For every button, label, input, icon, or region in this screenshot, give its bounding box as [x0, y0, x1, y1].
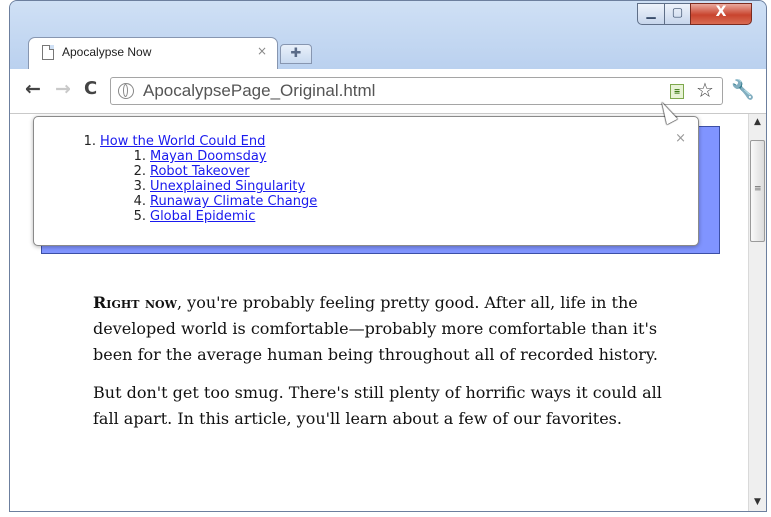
maximize-button[interactable]: ▢: [664, 3, 691, 25]
page-icon: [42, 45, 54, 60]
page-outline-extension-icon[interactable]: ≡: [670, 84, 684, 99]
lead-in-text: Right now: [93, 293, 177, 312]
forward-button[interactable]: →: [55, 78, 71, 100]
toc-item: 5. Global Epidemic: [133, 209, 256, 224]
toc-link-mayan-doomsday[interactable]: Mayan Doomsday: [150, 149, 266, 164]
back-button[interactable]: ←: [25, 78, 41, 100]
url-text[interactable]: ApocalypsePage_Original.html: [143, 81, 375, 101]
toc-link-how-the-world-could-end[interactable]: How the World Could End: [100, 134, 265, 149]
toc-link-global-epidemic[interactable]: Global Epidemic: [150, 209, 255, 224]
wrench-menu-icon[interactable]: 🔧: [731, 78, 755, 101]
vertical-scrollbar[interactable]: ▲ ≡ ▼: [748, 114, 766, 511]
grip-icon: ≡: [754, 184, 762, 194]
toc-item: 1. How the World Could End: [83, 134, 266, 149]
toolbar: ← → C ApocalypsePage_Original.html ≡ ☆ 🔧: [10, 69, 766, 114]
tab-title: Apocalypse Now: [62, 45, 152, 59]
toc-item: 2. Robot Takeover: [133, 164, 250, 179]
reload-button[interactable]: C: [84, 78, 97, 99]
article-body: Right now, you're probably feeling prett…: [93, 290, 683, 444]
scroll-down-icon[interactable]: ▼: [749, 494, 766, 511]
toc-item: 3. Unexplained Singularity: [133, 179, 306, 194]
browser-window: ▁ ▢ X Apocalypse Now × ✚ ← → C Apocalyps…: [9, 0, 767, 512]
minimize-icon: ▁: [646, 5, 656, 19]
address-bar[interactable]: ApocalypsePage_Original.html ≡ ☆: [110, 77, 723, 105]
toc-link-robot-takeover[interactable]: Robot Takeover: [150, 164, 250, 179]
plus-icon: ✚: [290, 46, 302, 61]
title-bar: ▁ ▢ X Apocalypse Now × ✚: [10, 1, 766, 77]
article-paragraph: But don't get too smug. There's still pl…: [93, 383, 662, 428]
bookmark-star-icon[interactable]: ☆: [696, 78, 714, 102]
toc-item: 1. Mayan Doomsday: [133, 149, 267, 164]
article-paragraph: Right now, you're probably feeling prett…: [93, 293, 658, 364]
scroll-up-icon[interactable]: ▲: [749, 114, 766, 131]
maximize-icon: ▢: [671, 5, 684, 19]
new-tab-button[interactable]: ✚: [280, 44, 312, 64]
popup-close-icon[interactable]: ×: [675, 131, 686, 146]
toc-link-runaway-climate-change[interactable]: Runaway Climate Change: [150, 194, 317, 209]
outline-popup: × 1. How the World Could End 1. Mayan Doom…: [33, 116, 699, 246]
page-viewport: × 1. How the World Could End 1. Mayan Doom…: [10, 114, 748, 511]
toc-link-unexplained-singularity[interactable]: Unexplained Singularity: [150, 179, 305, 194]
close-icon: X: [715, 4, 727, 20]
table-of-contents: 1. How the World Could End 1. Mayan Doomsd…: [70, 134, 318, 224]
close-window-button[interactable]: X: [690, 3, 752, 25]
tab-close-icon[interactable]: ×: [257, 44, 267, 58]
globe-icon: [118, 83, 134, 99]
minimize-button[interactable]: ▁: [637, 3, 665, 25]
scroll-thumb[interactable]: ≡: [750, 140, 765, 242]
toc-item: 4. Runaway Climate Change: [133, 194, 318, 209]
tab-apocalypse-now[interactable]: Apocalypse Now ×: [28, 37, 278, 69]
